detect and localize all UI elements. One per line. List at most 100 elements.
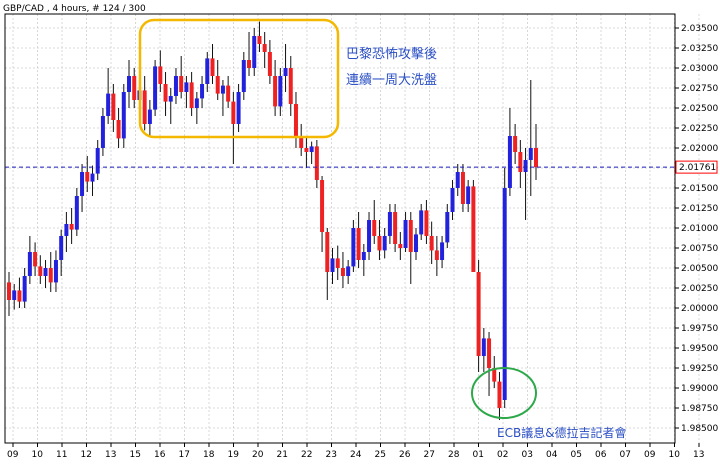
candle-body xyxy=(194,98,199,108)
time-tick-label: 02 xyxy=(497,450,508,460)
candle-body xyxy=(43,268,48,276)
time-tick-label: 07 xyxy=(620,450,631,460)
candle-body xyxy=(314,146,319,180)
time-tick-label: 09 xyxy=(644,450,656,460)
candle-body xyxy=(476,272,481,356)
candle-body xyxy=(497,381,502,408)
time-tick-label: 27 xyxy=(424,450,435,460)
candle-body xyxy=(434,250,439,260)
candle-body xyxy=(184,82,189,92)
candle-body xyxy=(471,186,476,272)
candle-body xyxy=(226,85,231,102)
candle-body xyxy=(320,180,325,232)
symbol-label: GBP/CAD , 4 hours, # 124 / 300 xyxy=(3,4,146,14)
time-tick-label: 01 xyxy=(473,450,484,460)
time-tick-label: 06 xyxy=(595,450,607,460)
candle-up xyxy=(153,60,158,116)
price-tick-label: 1.98750 xyxy=(681,404,718,414)
time-tick-label: 22 xyxy=(301,450,312,460)
candle-body xyxy=(38,266,43,276)
candle-body xyxy=(236,92,241,124)
candle-body xyxy=(393,212,398,244)
candle-body xyxy=(215,76,220,94)
candle-body xyxy=(309,146,314,152)
candle-body xyxy=(163,84,168,102)
time-tick-label: 15 xyxy=(130,450,141,460)
candle-body xyxy=(48,268,53,283)
candle-body xyxy=(382,236,387,251)
candle-body xyxy=(288,68,293,104)
candle-body xyxy=(356,228,361,260)
price-tick-label: 1.99750 xyxy=(681,324,718,334)
price-tick-label: 2.03000 xyxy=(681,64,718,74)
candle-body xyxy=(12,290,17,300)
candle-body xyxy=(413,234,418,252)
candle-body xyxy=(534,148,538,168)
price-tick-label: 2.02000 xyxy=(681,144,718,154)
candle-body xyxy=(220,85,225,94)
time-tick-label: 05 xyxy=(571,450,582,460)
time-tick-label: 16 xyxy=(154,450,166,460)
time-tick-label: 23 xyxy=(326,450,337,460)
price-tick-label: 2.01000 xyxy=(681,224,718,234)
price-tick-label: 2.02750 xyxy=(681,84,718,94)
candle-body xyxy=(53,260,58,283)
candle-body xyxy=(523,160,528,172)
candle-body xyxy=(189,82,194,108)
time-tick-label: 19 xyxy=(228,450,240,460)
time-tick-label: 04 xyxy=(546,450,558,460)
candle-body xyxy=(64,224,69,236)
candle-body xyxy=(398,244,403,248)
time-tick-label: 28 xyxy=(448,450,460,460)
candle-body xyxy=(424,210,429,236)
price-tick-label: 1.99500 xyxy=(681,344,718,354)
time-tick-label: 10 xyxy=(669,450,681,460)
candle-body xyxy=(22,276,27,302)
candle-down xyxy=(471,180,476,272)
price-tick-label: 2.01500 xyxy=(681,184,718,194)
candle-body xyxy=(273,76,278,107)
candle-body xyxy=(116,120,121,139)
candle-body xyxy=(142,90,147,124)
candle-body xyxy=(440,242,445,260)
candle-body xyxy=(460,172,465,204)
chart-svg: 巴黎恐怖攻擊後 連續一周大洗盤 ECB議息&德拉吉記者會 2.03500 2.03… xyxy=(0,0,720,463)
candle-up xyxy=(502,168,507,408)
candle-body xyxy=(419,210,424,235)
price-tick-label: 2.00250 xyxy=(681,284,718,294)
price-tick-label: 1.98500 xyxy=(681,424,718,434)
candle-body xyxy=(408,220,413,252)
candle-body xyxy=(132,76,137,100)
candle-body xyxy=(429,236,434,251)
price-chart: 巴黎恐怖攻擊後 連續一周大洗盤 ECB議息&德拉吉記者會 2.03500 2.03… xyxy=(0,0,720,463)
time-tick-label: 17 xyxy=(179,450,190,460)
price-tick-label: 2.03500 xyxy=(681,24,718,34)
candle-body xyxy=(247,60,252,68)
candle-body xyxy=(283,68,288,76)
candle-body xyxy=(85,172,90,182)
time-tick-label: 21 xyxy=(277,450,288,460)
candle-body xyxy=(173,76,178,96)
candle-body xyxy=(200,84,205,99)
candle-body xyxy=(33,252,38,267)
candle-body xyxy=(304,148,309,152)
price-tick-label: 2.01250 xyxy=(681,204,718,214)
candle-body xyxy=(205,58,210,84)
price-tick-label: 2.03250 xyxy=(681,44,718,54)
candle-body xyxy=(121,92,126,139)
time-tick-label: 09 xyxy=(7,450,19,460)
candle-body xyxy=(210,58,215,76)
time-tick-label: 26 xyxy=(399,450,411,460)
candle-body xyxy=(518,152,523,172)
candle-body xyxy=(377,236,382,251)
candle-body xyxy=(90,173,95,182)
time-tick-label: 12 xyxy=(81,450,92,460)
candle-body xyxy=(59,236,64,260)
candle-body xyxy=(450,188,455,212)
price-tick-label: 2.00000 xyxy=(681,304,718,314)
candle-body xyxy=(507,136,512,188)
time-tick-label: 13 xyxy=(693,450,704,460)
candle-body xyxy=(361,252,366,260)
candle-body xyxy=(7,282,11,300)
candle-body xyxy=(481,338,486,356)
